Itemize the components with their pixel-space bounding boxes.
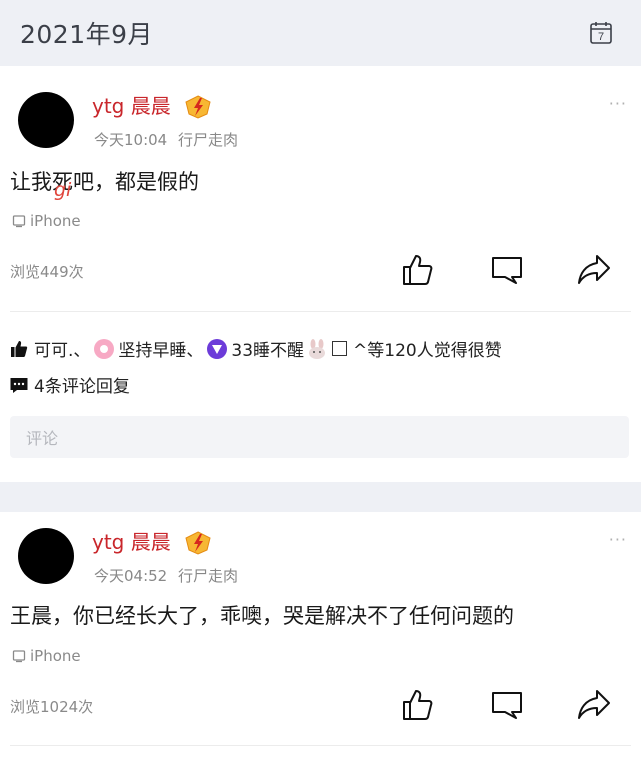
thumb-up-icon <box>11 340 28 357</box>
like-icon[interactable] <box>400 253 434 287</box>
post-card: ytg 晨晨 今天10:04 行尸走肉 ··· 让我死 gi 吧，都是假的 iPho… <box>0 66 641 482</box>
device-info: iPhone <box>12 647 81 665</box>
month-title: 2021年9月 <box>20 20 154 49</box>
comment-icon[interactable] <box>490 688 524 722</box>
username-text[interactable]: ytg 晨晨 <box>92 90 171 119</box>
post-source: 行尸走肉 <box>178 567 239 585</box>
calendar-day: 7 <box>598 31 604 43</box>
username[interactable]: ytg 晨晨 <box>92 90 211 119</box>
overlay-mark: gi <box>54 179 72 201</box>
share-icon[interactable] <box>577 253 611 287</box>
calendar-icon[interactable]: 7 <box>589 21 613 45</box>
post-content: 王晨，你已经长大了，乖噢，哭是解决不了任何问题的 <box>10 604 514 628</box>
device-label: iPhone <box>30 647 81 665</box>
username[interactable]: ytg 晨晨 <box>92 526 211 555</box>
view-count: 浏览449次 <box>10 263 84 281</box>
comment-input[interactable]: 评论 <box>10 416 629 458</box>
device-label: iPhone <box>30 212 81 230</box>
like-icon[interactable] <box>400 688 434 722</box>
post-source: 行尸走肉 <box>178 131 239 149</box>
more-options-icon[interactable]: ··· <box>609 94 627 113</box>
peach-avatar-icon <box>94 338 115 359</box>
comments-count-text[interactable]: 4条评论回复 <box>34 372 130 397</box>
section-gap <box>0 482 641 512</box>
avatar[interactable] <box>18 92 74 148</box>
comment-icon[interactable] <box>490 253 524 287</box>
more-options-icon[interactable]: ··· <box>609 530 627 549</box>
box-icon <box>332 341 348 356</box>
liker-name[interactable]: 坚持早睡、 <box>118 336 203 361</box>
liker-name[interactable]: 33睡不醒 <box>231 336 304 361</box>
v-triangle-icon <box>207 338 228 359</box>
divider <box>10 311 631 312</box>
post-meta: 今天04:52 行尸走肉 <box>94 565 238 586</box>
vip-badge-icon <box>183 94 211 119</box>
post-meta: 今天10:04 行尸走肉 <box>94 129 238 150</box>
post-time: 今天10:04 <box>94 131 168 149</box>
post-content: 让我死 gi 吧，都是假的 <box>10 166 199 201</box>
avatar[interactable] <box>18 528 74 584</box>
content-part: 让我 <box>10 170 52 194</box>
divider <box>10 745 631 746</box>
content-part: 吧，都是假的 <box>73 170 199 194</box>
phone-icon <box>12 650 26 663</box>
comments-summary[interactable]: 4条评论回复 <box>10 372 130 397</box>
liker-name[interactable]: 可可.、 <box>34 336 90 361</box>
comment-bubble-icon <box>10 377 28 393</box>
device-info: iPhone <box>12 212 81 230</box>
likes-count-text[interactable]: ^等120人觉得很赞 <box>353 336 502 361</box>
view-count: 浏览1024次 <box>10 698 94 716</box>
comment-placeholder: 评论 <box>26 429 59 448</box>
vip-badge-icon <box>183 530 211 555</box>
post-time: 今天04:52 <box>94 567 168 585</box>
post-card: ytg 晨晨 今天04:52 行尸走肉 ··· 王晨，你已经长大了，乖噢，哭是解… <box>0 512 641 766</box>
username-text[interactable]: ytg 晨晨 <box>92 526 171 555</box>
share-icon[interactable] <box>577 688 611 722</box>
rabbit-icon <box>306 338 328 359</box>
month-header: 2021年9月 7 <box>0 0 641 66</box>
likes-summary[interactable]: 可可.、 坚持早睡、 33睡不醒 ^等120人觉得很赞 <box>10 336 502 361</box>
content-part: 死 gi <box>52 170 73 201</box>
phone-icon <box>12 215 26 228</box>
